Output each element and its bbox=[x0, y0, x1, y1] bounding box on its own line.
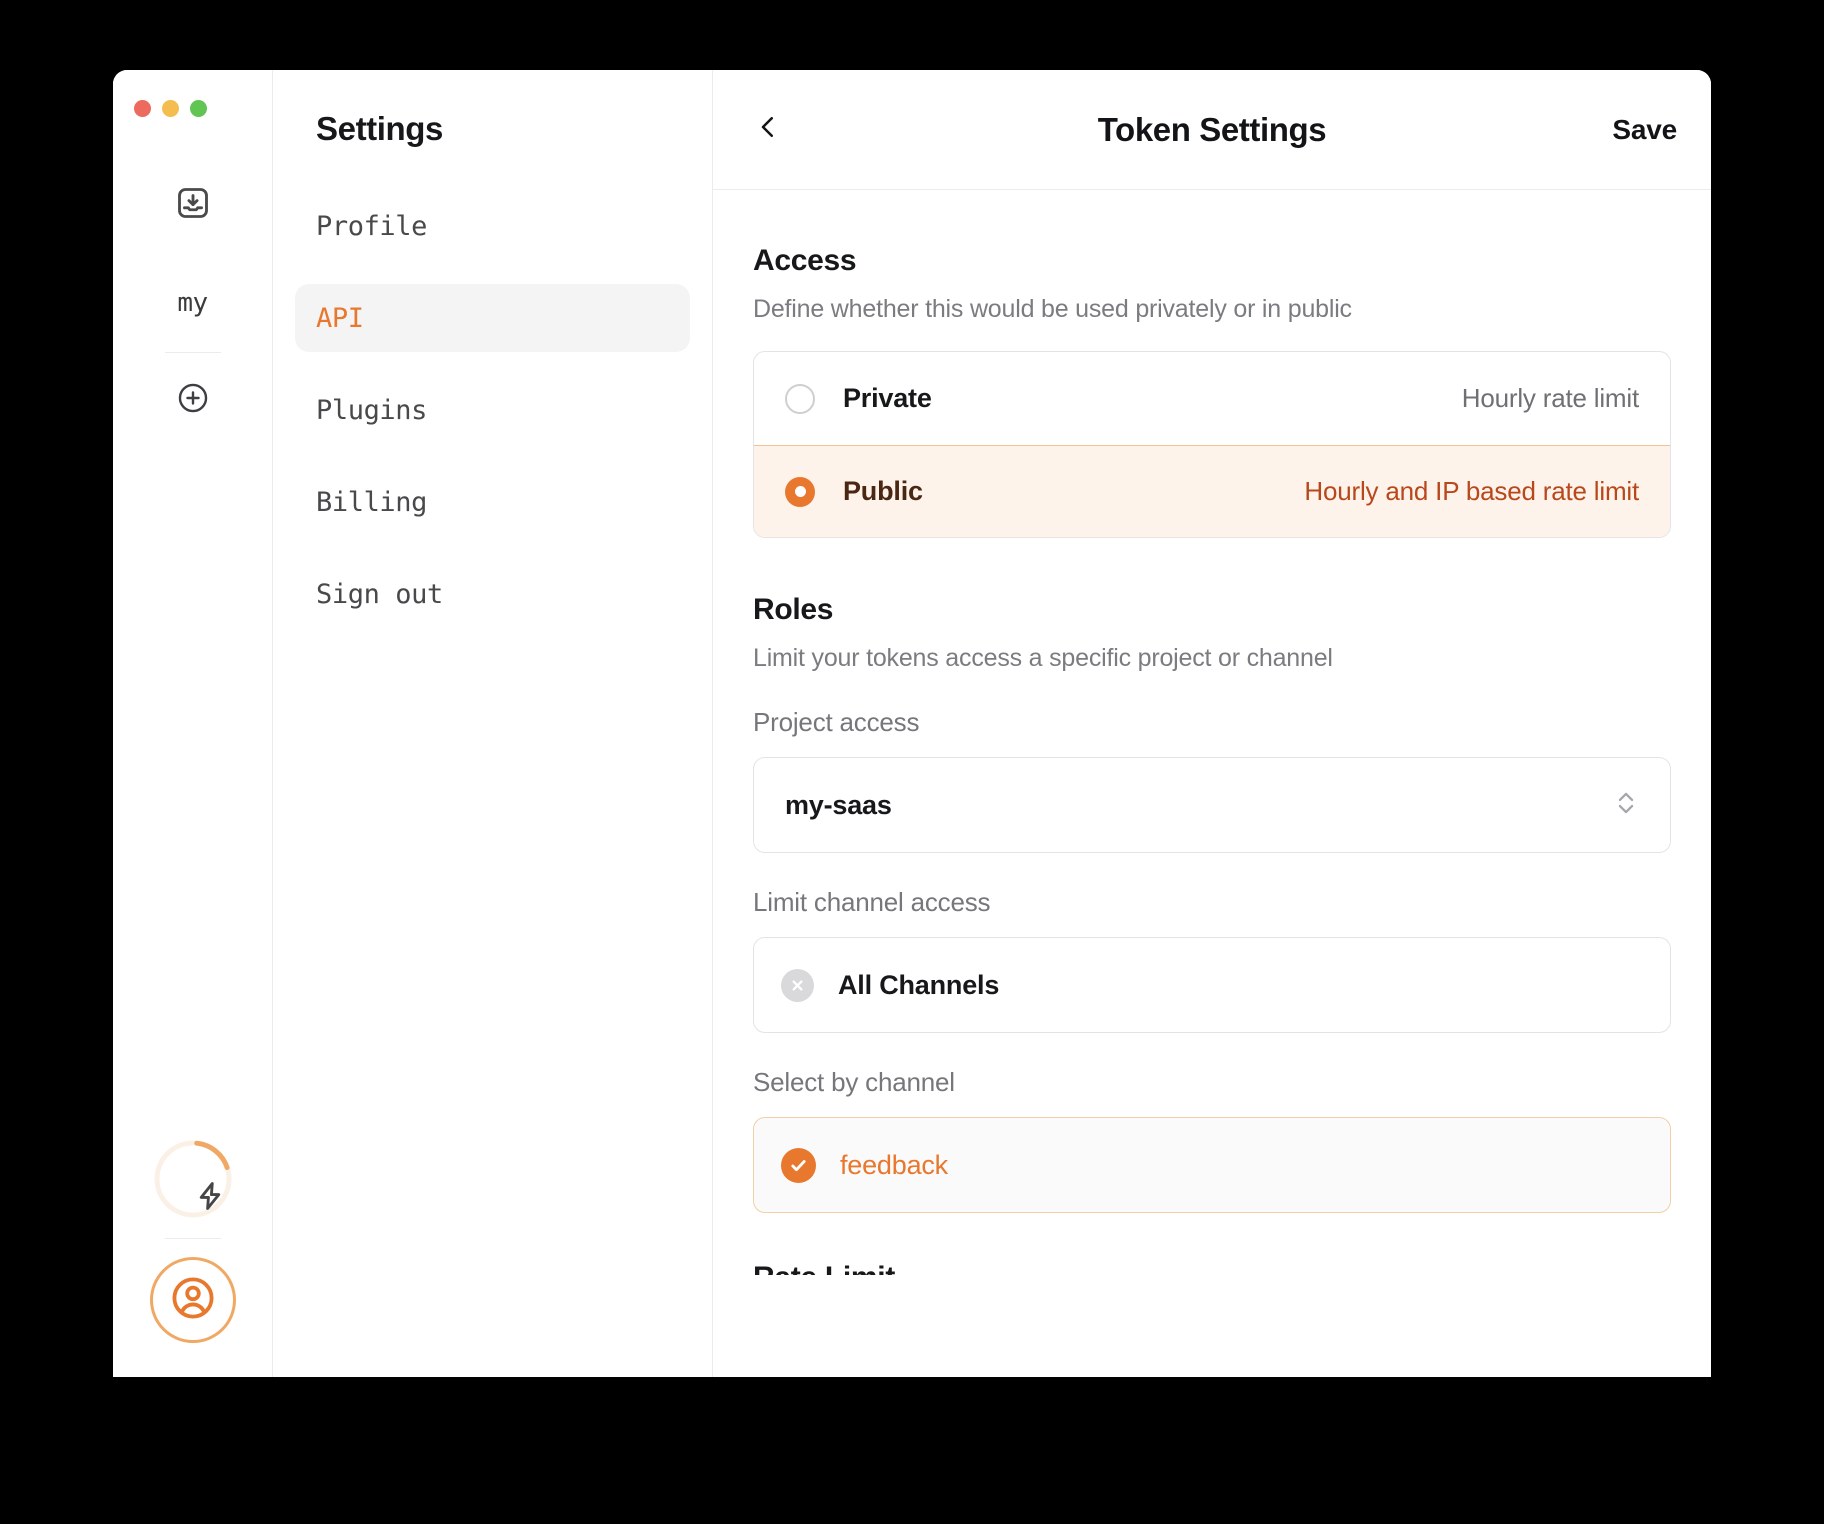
rail-divider bbox=[164, 352, 221, 353]
avatar[interactable] bbox=[149, 1257, 236, 1343]
panel-header: Token Settings Save bbox=[713, 70, 1711, 190]
access-section-title: Access bbox=[753, 244, 857, 277]
sidebar-item-label: Plugins bbox=[316, 394, 427, 426]
chevron-left-icon bbox=[753, 112, 783, 147]
window-minimize-button[interactable] bbox=[162, 100, 179, 117]
chip-label: All Channels bbox=[838, 969, 1000, 1000]
back-button[interactable] bbox=[745, 107, 791, 153]
sidebar-item-profile[interactable]: Profile bbox=[295, 192, 690, 260]
access-option-hint: Hourly and IP based rate limit bbox=[1304, 476, 1639, 506]
sidebar-item-sign-out[interactable]: Sign out bbox=[295, 560, 690, 628]
settings-title: Settings bbox=[316, 110, 443, 147]
access-option-label: Private bbox=[843, 383, 932, 413]
sidebar-item-billing[interactable]: Billing bbox=[295, 468, 690, 536]
project-access-value: my-saas bbox=[785, 789, 892, 820]
sidebar-item-label: Sign out bbox=[316, 578, 443, 610]
limit-channel-access-field[interactable]: All Channels bbox=[753, 937, 1671, 1033]
settings-sidebar: Settings Profile API Plugins Billing Sig… bbox=[273, 70, 713, 1377]
sidebar-item-api[interactable]: API bbox=[295, 284, 690, 352]
roles-section: Roles Limit your tokens access a specifi… bbox=[753, 593, 1671, 1275]
traffic-lights bbox=[134, 100, 207, 117]
inbox-button[interactable] bbox=[162, 174, 224, 236]
select-by-channel-label: Select by channel bbox=[753, 1067, 955, 1097]
window-maximize-button[interactable] bbox=[190, 100, 207, 117]
sidebar-item-label: API bbox=[316, 302, 364, 334]
workspace-label: my bbox=[177, 288, 208, 318]
sidebar-item-label: Profile bbox=[316, 210, 427, 242]
access-section-subtitle: Define whether this would be used privat… bbox=[753, 295, 1352, 323]
access-option-hint: Hourly rate limit bbox=[1461, 383, 1639, 413]
roles-section-title: Roles bbox=[753, 593, 834, 626]
sidebar-item-label: Billing bbox=[316, 486, 427, 518]
rail-divider-bottom bbox=[164, 1238, 221, 1239]
plus-circle-icon bbox=[176, 381, 210, 420]
check-circle-icon bbox=[781, 1147, 816, 1183]
page-title: Token Settings bbox=[1097, 110, 1327, 148]
access-option-public[interactable]: Public Hourly and IP based rate limit bbox=[754, 445, 1670, 537]
save-button[interactable]: Save bbox=[1612, 114, 1677, 146]
workspace-button[interactable]: my bbox=[162, 272, 224, 334]
inbox-download-icon bbox=[175, 185, 211, 226]
access-option-private[interactable]: Private Hourly rate limit bbox=[754, 352, 1670, 445]
project-access-select[interactable]: my-saas bbox=[753, 757, 1671, 853]
access-option-label: Public bbox=[843, 476, 923, 506]
sidebar-item-plugins[interactable]: Plugins bbox=[295, 376, 690, 444]
icon-rail: my bbox=[113, 70, 273, 1377]
radio-public[interactable] bbox=[785, 476, 815, 507]
app-window: my Settings Profile API Plugins Billing … bbox=[113, 70, 1711, 1377]
channel-option-feedback[interactable]: feedback bbox=[753, 1117, 1671, 1213]
usage-meter-button[interactable] bbox=[154, 1140, 232, 1218]
settings-nav: Profile API Plugins Billing Sign out bbox=[295, 192, 690, 628]
user-circle-icon bbox=[169, 1274, 217, 1327]
radio-dot bbox=[794, 486, 806, 497]
roles-section-subtitle: Limit your tokens access a specific proj… bbox=[753, 644, 1333, 672]
project-access-label: Project access bbox=[753, 707, 920, 737]
radio-private[interactable] bbox=[785, 383, 815, 414]
window-close-button[interactable] bbox=[134, 100, 151, 117]
add-workspace-button[interactable] bbox=[162, 369, 224, 431]
limit-channel-access-label: Limit channel access bbox=[753, 887, 991, 917]
channel-label: feedback bbox=[840, 1149, 948, 1180]
chevron-up-down-icon[interactable] bbox=[1613, 786, 1639, 825]
panel-body: Access Define whether this would be used… bbox=[713, 190, 1711, 1377]
main-panel: Token Settings Save Access Define whethe… bbox=[713, 70, 1711, 1377]
access-radio-group: Private Hourly rate limit Public Hourly … bbox=[753, 351, 1671, 538]
close-circle-icon[interactable] bbox=[781, 968, 814, 1002]
rate-limit-section-title: Rate Limit bbox=[753, 1261, 1671, 1275]
